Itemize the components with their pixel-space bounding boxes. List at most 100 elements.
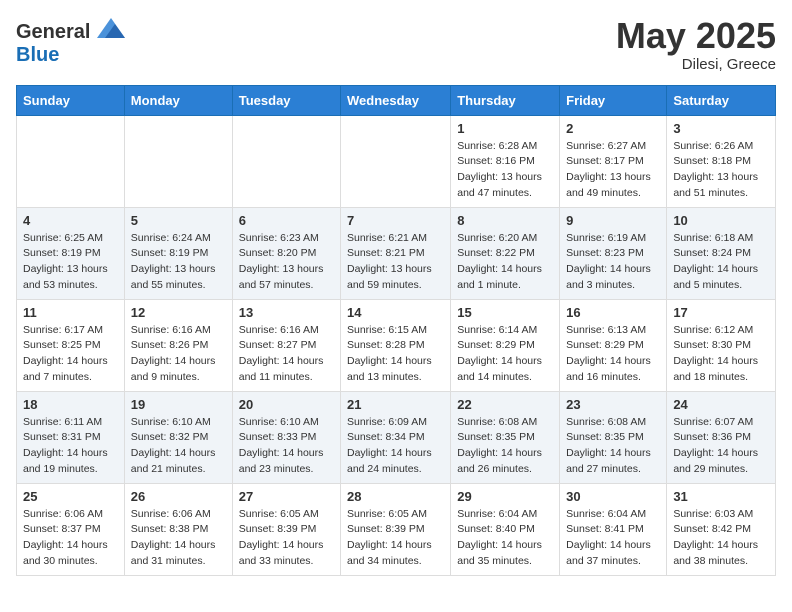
day-info: Sunrise: 6:04 AM Sunset: 8:40 PM Dayligh… <box>457 507 553 570</box>
month-title: May 2025 <box>616 16 776 56</box>
day-header-wednesday: Wednesday <box>341 85 451 115</box>
day-cell: 20 Sunrise: 6:10 AM Sunset: 8:33 PM Dayli… <box>232 391 340 483</box>
day-cell: 14 Sunrise: 6:15 AM Sunset: 8:28 PM Dayli… <box>341 299 451 391</box>
logo-text: General Blue <box>16 16 125 67</box>
day-cell <box>17 115 125 207</box>
day-header-tuesday: Tuesday <box>232 85 340 115</box>
day-number: 17 <box>673 305 769 320</box>
day-number: 14 <box>347 305 444 320</box>
day-cell: 30 Sunrise: 6:04 AM Sunset: 8:41 PM Dayli… <box>560 483 667 575</box>
logo: General Blue <box>16 16 125 67</box>
day-cell: 31Sunrise: 6:03 AM Sunset: 8:42 PM Dayli… <box>667 483 776 575</box>
day-info: Sunrise: 6:06 AM Sunset: 8:37 PM Dayligh… <box>23 507 118 570</box>
day-number: 10 <box>673 213 769 228</box>
day-cell: 12 Sunrise: 6:16 AM Sunset: 8:26 PM Dayli… <box>124 299 232 391</box>
day-info: Sunrise: 6:11 AM Sunset: 8:31 PM Dayligh… <box>23 415 118 478</box>
day-info: Sunrise: 6:12 AM Sunset: 8:30 PM Dayligh… <box>673 323 769 386</box>
day-number: 29 <box>457 489 553 504</box>
day-info: Sunrise: 6:08 AM Sunset: 8:35 PM Dayligh… <box>566 415 660 478</box>
day-number: 4 <box>23 213 118 228</box>
day-cell: 21 Sunrise: 6:09 AM Sunset: 8:34 PM Dayli… <box>341 391 451 483</box>
day-cell: 25 Sunrise: 6:06 AM Sunset: 8:37 PM Dayli… <box>17 483 125 575</box>
day-info: Sunrise: 6:09 AM Sunset: 8:34 PM Dayligh… <box>347 415 444 478</box>
day-cell: 23Sunrise: 6:08 AM Sunset: 8:35 PM Dayli… <box>560 391 667 483</box>
calendar-table: SundayMondayTuesdayWednesdayThursdayFrid… <box>16 85 776 576</box>
day-info: Sunrise: 6:19 AM Sunset: 8:23 PM Dayligh… <box>566 231 660 294</box>
day-cell: 4 Sunrise: 6:25 AM Sunset: 8:19 PM Daylig… <box>17 207 125 299</box>
day-info: Sunrise: 6:15 AM Sunset: 8:28 PM Dayligh… <box>347 323 444 386</box>
day-cell: 7Sunrise: 6:21 AM Sunset: 8:21 PM Daylig… <box>341 207 451 299</box>
day-info: Sunrise: 6:16 AM Sunset: 8:26 PM Dayligh… <box>131 323 226 386</box>
day-header-thursday: Thursday <box>451 85 560 115</box>
day-number: 2 <box>566 121 660 136</box>
day-info: Sunrise: 6:07 AM Sunset: 8:36 PM Dayligh… <box>673 415 769 478</box>
day-number: 25 <box>23 489 118 504</box>
page-header: General Blue May 2025 Dilesi, Greece <box>16 16 776 73</box>
day-number: 3 <box>673 121 769 136</box>
day-header-sunday: Sunday <box>17 85 125 115</box>
week-row-3: 11Sunrise: 6:17 AM Sunset: 8:25 PM Dayli… <box>17 299 776 391</box>
day-cell <box>124 115 232 207</box>
week-row-1: 1Sunrise: 6:28 AM Sunset: 8:16 PM Daylig… <box>17 115 776 207</box>
day-cell: 19 Sunrise: 6:10 AM Sunset: 8:32 PM Dayli… <box>124 391 232 483</box>
day-info: Sunrise: 6:18 AM Sunset: 8:24 PM Dayligh… <box>673 231 769 294</box>
day-info: Sunrise: 6:03 AM Sunset: 8:42 PM Dayligh… <box>673 507 769 570</box>
day-info: Sunrise: 6:10 AM Sunset: 8:32 PM Dayligh… <box>131 415 226 478</box>
day-info: Sunrise: 6:28 AM Sunset: 8:16 PM Dayligh… <box>457 139 553 202</box>
day-cell: 6 Sunrise: 6:23 AM Sunset: 8:20 PM Daylig… <box>232 207 340 299</box>
day-info: Sunrise: 6:10 AM Sunset: 8:33 PM Dayligh… <box>239 415 334 478</box>
day-number: 5 <box>131 213 226 228</box>
day-cell: 13Sunrise: 6:16 AM Sunset: 8:27 PM Dayli… <box>232 299 340 391</box>
day-number: 26 <box>131 489 226 504</box>
title-area: May 2025 Dilesi, Greece <box>616 16 776 73</box>
day-cell: 26 Sunrise: 6:06 AM Sunset: 8:38 PM Dayli… <box>124 483 232 575</box>
week-row-2: 4 Sunrise: 6:25 AM Sunset: 8:19 PM Daylig… <box>17 207 776 299</box>
day-cell: 22Sunrise: 6:08 AM Sunset: 8:35 PM Dayli… <box>451 391 560 483</box>
day-cell <box>232 115 340 207</box>
day-number: 22 <box>457 397 553 412</box>
day-number: 27 <box>239 489 334 504</box>
day-number: 21 <box>347 397 444 412</box>
day-number: 8 <box>457 213 553 228</box>
day-number: 6 <box>239 213 334 228</box>
day-cell: 27 Sunrise: 6:05 AM Sunset: 8:39 PM Dayli… <box>232 483 340 575</box>
day-number: 30 <box>566 489 660 504</box>
day-info: Sunrise: 6:25 AM Sunset: 8:19 PM Dayligh… <box>23 231 118 294</box>
day-headers-row: SundayMondayTuesdayWednesdayThursdayFrid… <box>17 85 776 115</box>
day-info: Sunrise: 6:14 AM Sunset: 8:29 PM Dayligh… <box>457 323 553 386</box>
day-cell: 9 Sunrise: 6:19 AM Sunset: 8:23 PM Daylig… <box>560 207 667 299</box>
day-info: Sunrise: 6:04 AM Sunset: 8:41 PM Dayligh… <box>566 507 660 570</box>
day-number: 18 <box>23 397 118 412</box>
day-number: 28 <box>347 489 444 504</box>
day-cell: 5 Sunrise: 6:24 AM Sunset: 8:19 PM Daylig… <box>124 207 232 299</box>
day-info: Sunrise: 6:21 AM Sunset: 8:21 PM Dayligh… <box>347 231 444 294</box>
day-cell: 18 Sunrise: 6:11 AM Sunset: 8:31 PM Dayli… <box>17 391 125 483</box>
day-cell: 16 Sunrise: 6:13 AM Sunset: 8:29 PM Dayli… <box>560 299 667 391</box>
day-info: Sunrise: 6:23 AM Sunset: 8:20 PM Dayligh… <box>239 231 334 294</box>
week-row-5: 25 Sunrise: 6:06 AM Sunset: 8:37 PM Dayli… <box>17 483 776 575</box>
day-info: Sunrise: 6:24 AM Sunset: 8:19 PM Dayligh… <box>131 231 226 294</box>
day-cell: 3Sunrise: 6:26 AM Sunset: 8:18 PM Daylig… <box>667 115 776 207</box>
day-cell: 28 Sunrise: 6:05 AM Sunset: 8:39 PM Dayli… <box>341 483 451 575</box>
day-number: 9 <box>566 213 660 228</box>
day-info: Sunrise: 6:05 AM Sunset: 8:39 PM Dayligh… <box>347 507 444 570</box>
day-number: 12 <box>131 305 226 320</box>
day-info: Sunrise: 6:05 AM Sunset: 8:39 PM Dayligh… <box>239 507 334 570</box>
location: Dilesi, Greece <box>616 56 776 73</box>
day-number: 15 <box>457 305 553 320</box>
day-number: 16 <box>566 305 660 320</box>
day-info: Sunrise: 6:20 AM Sunset: 8:22 PM Dayligh… <box>457 231 553 294</box>
day-info: Sunrise: 6:06 AM Sunset: 8:38 PM Dayligh… <box>131 507 226 570</box>
day-cell: 2Sunrise: 6:27 AM Sunset: 8:17 PM Daylig… <box>560 115 667 207</box>
day-header-monday: Monday <box>124 85 232 115</box>
day-cell: 1Sunrise: 6:28 AM Sunset: 8:16 PM Daylig… <box>451 115 560 207</box>
day-number: 19 <box>131 397 226 412</box>
day-number: 20 <box>239 397 334 412</box>
day-cell: 11Sunrise: 6:17 AM Sunset: 8:25 PM Dayli… <box>17 299 125 391</box>
day-number: 11 <box>23 305 118 320</box>
logo-blue: Blue <box>16 44 59 66</box>
day-info: Sunrise: 6:13 AM Sunset: 8:29 PM Dayligh… <box>566 323 660 386</box>
day-cell <box>341 115 451 207</box>
day-header-friday: Friday <box>560 85 667 115</box>
day-cell: 10 Sunrise: 6:18 AM Sunset: 8:24 PM Dayli… <box>667 207 776 299</box>
